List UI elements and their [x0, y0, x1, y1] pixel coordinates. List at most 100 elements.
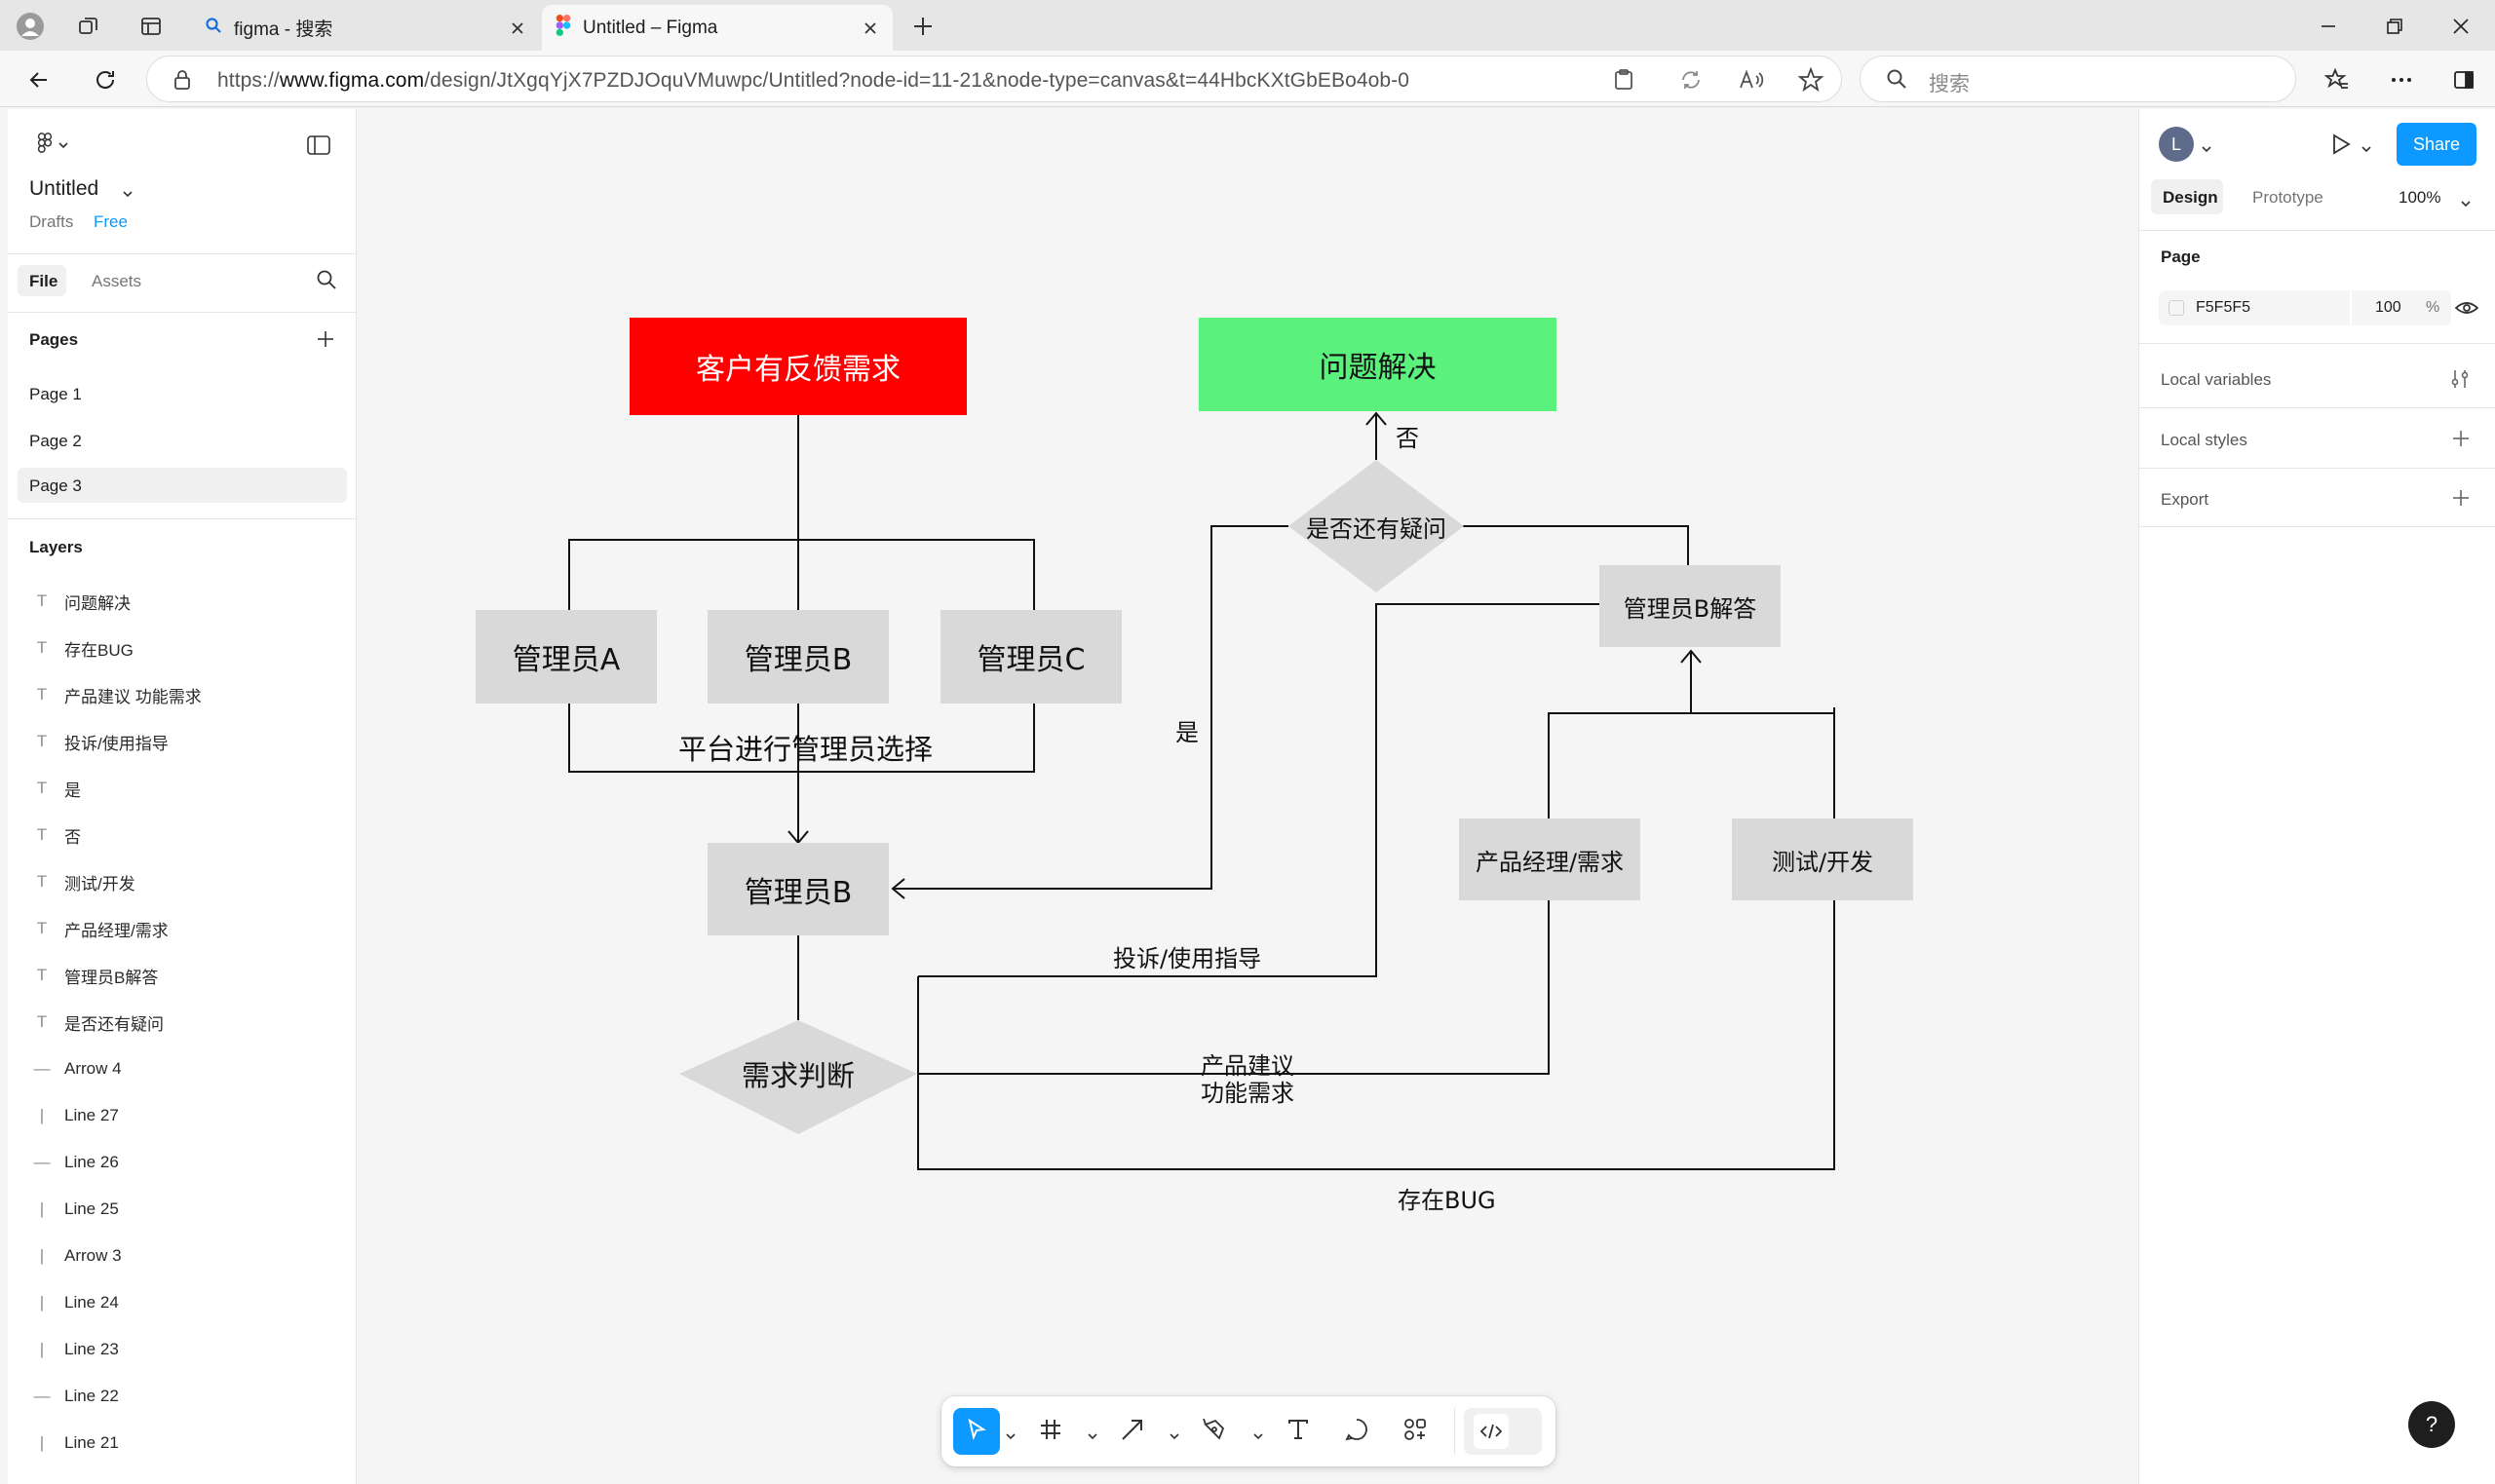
local-variables-label[interactable]: Local variables — [2161, 370, 2271, 390]
chevron-down-icon[interactable] — [123, 185, 133, 203]
layer-item[interactable]: T 存在BUG — [8, 625, 356, 671]
chevron-down-icon[interactable] — [1253, 1427, 1263, 1445]
move-tool-button[interactable] — [953, 1408, 1000, 1455]
admin-b-main-box[interactable]: 管理员B — [708, 843, 889, 935]
no-label[interactable]: 否 — [1396, 419, 1419, 453]
page-color-value[interactable]: F5F5F5 — [2196, 299, 2250, 317]
problem-solved-box[interactable]: 问题解决 — [1199, 318, 1556, 411]
file-title[interactable]: Untitled — [29, 177, 98, 201]
url-bar[interactable]: https://www.figma.com/design/JtXgqYjX7PZ… — [146, 56, 1842, 102]
design-canvas[interactable]: 客户有反馈需求 问题解决 否 是否还有疑问 管理员A 管理员B 管理员C 平台进… — [357, 109, 2138, 1484]
present-play-icon[interactable] — [2330, 133, 2352, 161]
zoom-level[interactable]: 100% — [2399, 188, 2440, 208]
layer-item[interactable]: T 测试/开发 — [8, 858, 356, 905]
page-item-2[interactable]: Page 2 — [29, 432, 82, 451]
chevron-down-icon[interactable] — [1088, 1427, 1097, 1445]
new-tab-icon[interactable] — [906, 10, 940, 43]
search-icon[interactable] — [316, 269, 337, 295]
favorites-icon[interactable] — [2320, 62, 2355, 97]
frame-tool-button[interactable] — [1029, 1408, 1072, 1455]
still-questions-label[interactable]: 是否还有疑问 — [1288, 507, 1464, 546]
panel-toggle-icon[interactable] — [302, 131, 335, 160]
tab-prototype[interactable]: Prototype — [2252, 188, 2323, 208]
tab-file[interactable]: File — [18, 265, 66, 296]
chevron-down-icon[interactable] — [2361, 140, 2371, 158]
complaint-guide-label[interactable]: 投诉/使用指导 — [1113, 939, 1261, 973]
layer-item[interactable]: T否 — [8, 812, 356, 858]
layer-item[interactable]: T 产品建议 功能需求 — [8, 671, 356, 718]
reading-list-icon[interactable] — [1613, 68, 1634, 96]
admin-c-box[interactable]: 管理员C — [940, 610, 1122, 704]
close-icon[interactable] — [505, 16, 530, 41]
restore-icon[interactable] — [2378, 10, 2411, 43]
admin-a-box[interactable]: 管理员A — [476, 610, 657, 704]
refresh-icon[interactable] — [88, 62, 123, 97]
lock-icon[interactable] — [173, 69, 192, 95]
admin-b-box[interactable]: 管理员B — [708, 610, 889, 704]
tab-actions-icon[interactable] — [136, 12, 166, 41]
chevron-down-icon[interactable] — [2461, 195, 2471, 212]
layer-item[interactable]: T 产品经理/需求 — [8, 905, 356, 952]
page-opacity-value[interactable]: 100 — [2375, 299, 2401, 317]
avatar[interactable]: L — [2159, 127, 2194, 162]
back-arrow-icon[interactable] — [21, 62, 57, 97]
workspaces-icon[interactable] — [74, 12, 103, 41]
close-icon[interactable] — [858, 16, 883, 41]
eye-visibility-icon[interactable] — [2454, 298, 2479, 323]
layer-item[interactable]: — Line 22 — [8, 1373, 356, 1420]
edge-sync-icon[interactable] — [1679, 68, 1703, 96]
layer-item[interactable]: | Line 24 — [8, 1279, 356, 1326]
minimize-icon[interactable] — [2312, 10, 2345, 43]
layer-item[interactable]: | Line 23 — [8, 1326, 356, 1373]
layer-item[interactable]: T 问题解决 — [8, 578, 356, 625]
layer-item[interactable]: T 投诉/使用指导 — [8, 718, 356, 765]
drafts-link[interactable]: Drafts — [29, 212, 73, 232]
layer-item[interactable]: | Line 25 — [8, 1186, 356, 1233]
window-close-icon[interactable] — [2444, 10, 2477, 43]
arrow-tool-button[interactable] — [1111, 1408, 1154, 1455]
resources-tool-button[interactable] — [1394, 1408, 1437, 1455]
admin-b-answer-box[interactable]: 管理员B解答 — [1599, 565, 1781, 647]
page-item-1[interactable]: Page 1 — [29, 385, 82, 404]
add-export-icon[interactable] — [2451, 488, 2471, 513]
layer-item[interactable]: T 是否还有疑问 — [8, 999, 356, 1046]
tab-design[interactable]: Design — [2151, 179, 2223, 214]
share-button[interactable]: Share — [2397, 123, 2476, 166]
plan-badge[interactable]: Free — [94, 212, 128, 232]
requirement-judge-label[interactable]: 需求判断 — [730, 1054, 866, 1093]
page-item-3[interactable]: Page 3 — [18, 468, 347, 503]
chevron-down-icon[interactable] — [2202, 140, 2211, 158]
yes-label[interactable]: 是 — [1175, 713, 1199, 747]
profile-icon[interactable] — [14, 10, 47, 43]
main-menu-button[interactable] — [29, 129, 76, 162]
help-button[interactable]: ? — [2408, 1401, 2455, 1448]
tab-figma-untitled[interactable]: Untitled – Figma — [542, 5, 893, 51]
favorite-star-icon[interactable] — [1797, 66, 1824, 97]
chevron-down-icon[interactable] — [1006, 1427, 1016, 1445]
layer-item[interactable]: | Arrow 3 — [8, 1233, 356, 1279]
layer-item[interactable]: — Line 26 — [8, 1139, 356, 1186]
customer-feedback-box[interactable]: 客户有反馈需求 — [630, 318, 967, 415]
dev-mode-toggle[interactable] — [1464, 1408, 1542, 1455]
layer-item[interactable]: — Arrow 4 — [8, 1046, 356, 1092]
add-style-icon[interactable] — [2451, 429, 2471, 453]
layer-item[interactable]: T是 — [8, 765, 356, 812]
text-tool-button[interactable] — [1277, 1408, 1320, 1455]
more-options-icon[interactable] — [2384, 62, 2419, 97]
product-suggestion-label-2[interactable]: 功能需求 — [1201, 1074, 1294, 1108]
tab-assets[interactable]: Assets — [92, 272, 141, 291]
layer-item[interactable]: | Line 21 — [8, 1420, 356, 1466]
tab-figma-search[interactable]: figma - 搜索 — [191, 5, 540, 51]
pen-tool-button[interactable] — [1193, 1408, 1236, 1455]
bug-exists-label[interactable]: 存在BUG — [1398, 1181, 1496, 1215]
color-swatch[interactable] — [2169, 300, 2184, 316]
sidebar-toggle-icon[interactable] — [2446, 62, 2481, 97]
layer-item[interactable]: | Line 27 — [8, 1092, 356, 1139]
variables-sliders-icon[interactable] — [2449, 368, 2471, 395]
platform-select-label[interactable]: 平台进行管理员选择 — [678, 727, 933, 768]
local-styles-label[interactable]: Local styles — [2161, 431, 2247, 450]
page-fill-field[interactable]: F5F5F5 100 % — [2159, 290, 2451, 325]
read-aloud-icon[interactable] — [1738, 68, 1765, 96]
add-page-icon[interactable] — [316, 329, 335, 354]
export-label[interactable]: Export — [2161, 490, 2208, 510]
